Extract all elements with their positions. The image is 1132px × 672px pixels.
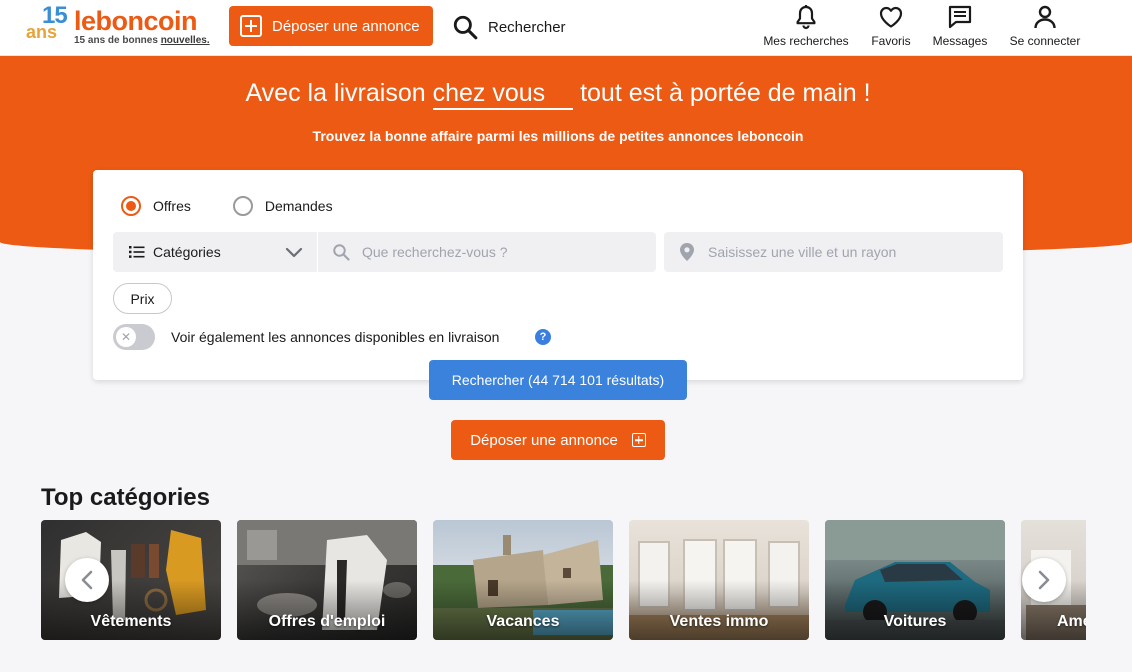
location-input[interactable] (708, 244, 1003, 260)
user-icon (1034, 5, 1056, 29)
hero-title-highlight: chez vous (432, 78, 574, 110)
carousel-prev-button[interactable] (65, 558, 109, 602)
help-icon[interactable]: ? (535, 329, 551, 345)
nav-label: Messages (932, 34, 988, 48)
category-tile-ventes-immo[interactable]: Ventes immo (629, 520, 809, 640)
add-square-icon (631, 433, 646, 447)
tile-label: Ameublement (1057, 613, 1086, 630)
post-ad-label: Déposer une annonce (470, 431, 618, 449)
hero-title-suffix: tout est à portée de main ! (573, 79, 871, 107)
leboncoin-logo[interactable]: 15 ans leboncoin 15 ans de bonnes nouvel… (24, 2, 210, 50)
categories-carousel: Vêtements Offres d'emploi Vacances Vente… (41, 520, 1086, 640)
tile-shade (629, 580, 809, 640)
bell-icon (796, 5, 816, 30)
search-icon (453, 15, 478, 40)
tile-label: Voitures (883, 613, 947, 630)
logo-ans: ans (26, 22, 58, 42)
tile-shade (825, 580, 1005, 640)
category-select[interactable]: Catégories (113, 232, 317, 272)
search-icon (333, 244, 350, 261)
chevron-left-icon (81, 570, 93, 590)
post-ad-label: Déposer une annonce (272, 17, 420, 35)
top-categories-title: Top catégories (41, 484, 210, 511)
hero-title-prefix: Avec la livraison (245, 79, 433, 107)
heart-icon (879, 6, 903, 28)
header-search-button[interactable]: Rechercher (452, 12, 566, 42)
nav-label: Favoris (871, 34, 911, 48)
logo-tagline: 15 ans de bonnes nouvelles. (74, 35, 210, 46)
query-field[interactable] (318, 232, 656, 272)
post-ad-button-secondary[interactable]: Déposer une annonce (451, 420, 665, 460)
site-header: 15 ans leboncoin 15 ans de bonnes nouvel… (0, 0, 1132, 56)
category-tile-voitures[interactable]: Voitures (825, 520, 1005, 640)
nav-se-connecter[interactable]: Se connecter (1006, 2, 1084, 52)
ad-type-radio-group: Offres Demandes (121, 196, 375, 216)
nav-messages[interactable]: Messages (930, 2, 990, 52)
nav-mes-recherches[interactable]: Mes recherches (761, 2, 851, 52)
message-icon (948, 5, 972, 29)
price-filter-chip[interactable]: Prix (113, 283, 172, 314)
tile-label: Ventes immo (669, 613, 769, 630)
category-label: Catégories (153, 244, 221, 260)
nav-favoris[interactable]: Favoris (866, 2, 916, 52)
radio-offres[interactable] (121, 196, 141, 216)
location-pin-icon (680, 243, 694, 261)
header-search-label: Rechercher (488, 18, 566, 36)
delivery-toggle[interactable]: ✕ (113, 324, 155, 350)
radio-label: Offres (153, 198, 191, 214)
post-ad-button[interactable]: Déposer une annonce (229, 6, 433, 46)
list-icon (129, 246, 145, 258)
nav-label: Se connecter (1009, 34, 1081, 48)
delivery-toggle-label: Voir également les annonces disponibles … (171, 329, 500, 345)
location-field[interactable] (664, 232, 1003, 272)
query-input[interactable] (362, 244, 656, 260)
category-tile-offres-emploi[interactable]: Offres d'emploi (237, 520, 417, 640)
category-tile-vacances[interactable]: Vacances (433, 520, 613, 640)
tile-label: Offres d'emploi (268, 613, 386, 630)
tile-shade (433, 580, 613, 640)
tile-label: Vacances (486, 613, 560, 630)
add-square-icon (240, 15, 262, 37)
tile-shade (237, 580, 417, 640)
hero-title: Avec la livraison chez vous tout est à p… (0, 78, 1116, 110)
tile-label: Vêtements (90, 613, 172, 630)
nav-label: Mes recherches (763, 34, 849, 48)
search-card: Offres Demandes Catégories Prix ✕ Voir é… (93, 170, 1023, 380)
hero-subtitle: Trouvez la bonne affaire parmi les milli… (312, 128, 804, 144)
carousel-next-button[interactable] (1022, 558, 1066, 602)
close-icon: ✕ (116, 327, 136, 347)
chevron-right-icon (1038, 570, 1050, 590)
search-submit-button[interactable]: Rechercher (44 714 101 résultats) (429, 360, 687, 400)
chevron-down-icon (285, 247, 303, 258)
logo-wordmark: leboncoin (74, 6, 198, 36)
radio-demandes[interactable] (232, 196, 253, 216)
radio-label: Demandes (264, 198, 333, 214)
